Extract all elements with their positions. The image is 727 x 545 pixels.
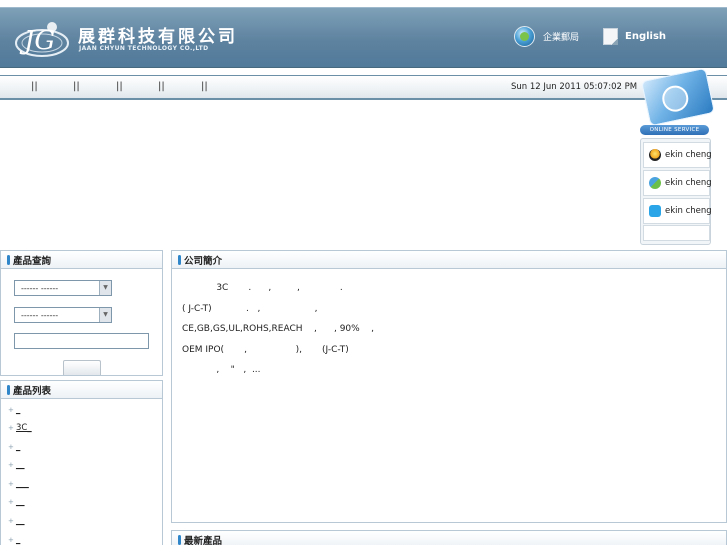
contact-qq[interactable]: ekin cheng	[643, 142, 712, 168]
enterprise-mail-link[interactable]: 企業郵局	[514, 25, 579, 47]
select-value: ------ ------	[21, 283, 59, 293]
search-button[interactable]	[63, 360, 101, 375]
brand-name-en: JAAN CHYUN TECHNOLOGY CO.,LTD	[79, 45, 209, 52]
panel-header: 公司簡介	[172, 251, 726, 269]
msn-icon	[649, 177, 661, 189]
current-datetime: Sun 12 Jun 2011 05:07:02 PM UTC	[511, 82, 639, 92]
list-item[interactable]: +3C_	[8, 421, 32, 435]
subcategory-select[interactable]: ------ ------ ▼	[14, 307, 112, 323]
list-item[interactable]: + _	[8, 440, 20, 454]
select-value: ------ ------	[21, 310, 59, 320]
category-link[interactable]: __	[16, 460, 25, 470]
intro-text-line: CE,GB,GS,UL,ROHS,REACH , , 90% ,	[182, 324, 375, 334]
plus-icon: +	[8, 406, 14, 414]
product-search-panel: 產品查詢 ------ ------ ▼ ------ ------ ▼	[0, 250, 163, 376]
keyword-input[interactable]	[14, 333, 149, 349]
category-link[interactable]: _	[16, 535, 20, 545]
contact-msn[interactable]: ekin cheng	[643, 170, 712, 196]
category-link[interactable]: ___	[16, 479, 29, 489]
list-item[interactable]: + __	[8, 514, 25, 528]
intro-text-line: , " , ...	[182, 365, 261, 375]
qq-icon	[649, 149, 661, 161]
category-link[interactable]: __	[16, 497, 25, 507]
chevron-down-icon: ▼	[99, 281, 111, 295]
nav-separator: ||	[73, 81, 80, 92]
list-item[interactable]: + _	[8, 533, 20, 545]
header-marker-icon	[7, 254, 10, 265]
skype-icon	[649, 205, 661, 217]
nav-separator: ||	[158, 81, 165, 92]
header-marker-icon	[178, 254, 181, 265]
nav-separator: ||	[201, 81, 208, 92]
product-list-panel: 產品列表 + _ +3C_ + _ + __ + ___ + __ + __ + _	[0, 380, 163, 545]
category-link[interactable]: _	[16, 442, 20, 452]
latest-products-panel: 最新產品	[171, 530, 727, 545]
plus-icon: +	[8, 443, 14, 451]
contact-label: ekin cheng	[665, 206, 712, 216]
category-select[interactable]: ------ ------ ▼	[14, 280, 112, 296]
plus-icon: +	[8, 498, 14, 506]
top-nav-bar: || || || || || Sun 12 Jun 2011 05:07:02 …	[0, 75, 727, 100]
brand-name-cn: 展群科技有限公司	[78, 27, 238, 47]
contact-label: ekin cheng	[665, 178, 712, 188]
panel-header: 產品列表	[1, 381, 162, 399]
contact-label: ekin cheng	[665, 150, 712, 160]
chevron-down-icon: ▼	[99, 308, 111, 322]
document-icon	[603, 27, 618, 45]
plus-icon: +	[8, 517, 14, 525]
list-item[interactable]: + __	[8, 495, 25, 509]
category-link[interactable]: 3C_	[16, 423, 32, 433]
nav-separator: ||	[31, 81, 38, 92]
english-link[interactable]: English	[603, 26, 666, 46]
panel-title: 最新產品	[184, 535, 223, 545]
online-service-widget: ONLINE SERVICE ekin cheng ekin cheng eki…	[638, 67, 716, 245]
company-intro-panel: 公司簡介 3C . , , . ( J-C-T) . , , CE,GB,GS,…	[171, 250, 727, 523]
english-label: English	[625, 30, 667, 42]
enterprise-mail-label: 企業郵局	[543, 32, 580, 43]
plus-icon: +	[8, 424, 14, 432]
intro-text-line: 3C . , , .	[182, 283, 343, 293]
service-globe-icon	[640, 67, 716, 127]
nav-separator: ||	[116, 81, 123, 92]
service-contact-list: ekin cheng ekin cheng ekin cheng	[640, 138, 712, 245]
category-link[interactable]: __	[16, 516, 25, 526]
contact-empty-slot	[643, 225, 710, 241]
header-marker-icon	[178, 534, 181, 545]
list-item[interactable]: + ___	[8, 477, 29, 491]
category-link[interactable]: _	[16, 405, 20, 415]
panel-header: 最新產品	[172, 531, 726, 545]
list-item[interactable]: + _	[8, 403, 20, 417]
panel-header: 產品查詢	[1, 251, 162, 269]
globe-mail-icon	[514, 25, 535, 47]
header-marker-icon	[7, 384, 10, 395]
site-header: JG 展群科技有限公司 JAAN CHYUN TECHNOLOGY CO.,LT…	[0, 7, 727, 68]
online-service-badge: ONLINE SERVICE	[640, 125, 709, 135]
plus-icon: +	[8, 480, 14, 488]
company-logo-icon[interactable]: JG	[12, 13, 72, 63]
panel-title: 產品列表	[13, 385, 52, 397]
intro-text-line: ( J-C-T) . , ,	[182, 304, 318, 314]
panel-title: 產品查詢	[13, 255, 52, 267]
panel-title: 公司簡介	[184, 255, 223, 267]
intro-text-line: OEM IPO( , ), (J-C-T)	[182, 345, 349, 355]
contact-skype[interactable]: ekin cheng	[643, 198, 712, 224]
plus-icon: +	[8, 461, 14, 469]
list-item[interactable]: + __	[8, 458, 25, 472]
plus-icon: +	[8, 536, 14, 544]
